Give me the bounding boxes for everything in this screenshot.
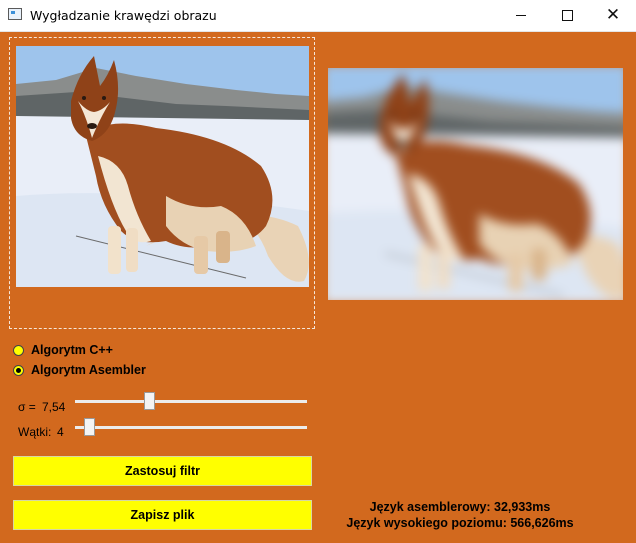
maximize-button[interactable]: [544, 0, 590, 31]
radio-label: Algorytm C++: [31, 343, 113, 357]
original-image: [16, 46, 309, 287]
threads-value: 4: [57, 425, 64, 439]
slider-thumb[interactable]: [84, 418, 95, 436]
high-level-time: Język wysokiego poziomu: 566,626ms: [346, 516, 574, 530]
title-bar: Wygładzanie krawędzi obrazu ✕: [0, 0, 636, 32]
radio-button[interactable]: [13, 364, 24, 376]
assembler-time: Język asemblerowy: 32,933ms: [369, 500, 551, 514]
husky-photo-original: [16, 46, 309, 287]
sigma-slider[interactable]: [75, 392, 307, 410]
filtered-image: [328, 68, 623, 300]
radio-button[interactable]: [13, 344, 24, 356]
slider-track: [75, 400, 307, 403]
radio-algorithm-cpp[interactable]: Algorytm C++: [13, 343, 113, 357]
minimize-button[interactable]: [498, 0, 544, 31]
slider-track: [75, 426, 307, 429]
main-content: Algorytm C++ Algorytm Asembler σ = 7,54 …: [0, 32, 636, 543]
minimize-icon: [516, 15, 526, 16]
threads-label: Wątki:: [18, 425, 52, 439]
close-button[interactable]: ✕: [590, 0, 636, 31]
maximize-icon: [561, 10, 573, 21]
save-file-button[interactable]: Zapisz plik: [13, 500, 312, 530]
window-title: Wygładzanie krawędzi obrazu: [30, 8, 217, 23]
app-icon: [8, 8, 22, 20]
close-icon: ✕: [605, 5, 621, 25]
apply-filter-button[interactable]: Zastosuj filtr: [13, 456, 312, 486]
radio-label: Algorytm Asembler: [31, 363, 146, 377]
radio-algorithm-asm[interactable]: Algorytm Asembler: [13, 363, 146, 377]
sigma-label: σ =: [18, 400, 36, 414]
sigma-value: 7,54: [42, 400, 66, 414]
slider-thumb[interactable]: [144, 392, 155, 410]
threads-slider[interactable]: [75, 418, 307, 436]
husky-photo-blurred: [328, 68, 623, 300]
